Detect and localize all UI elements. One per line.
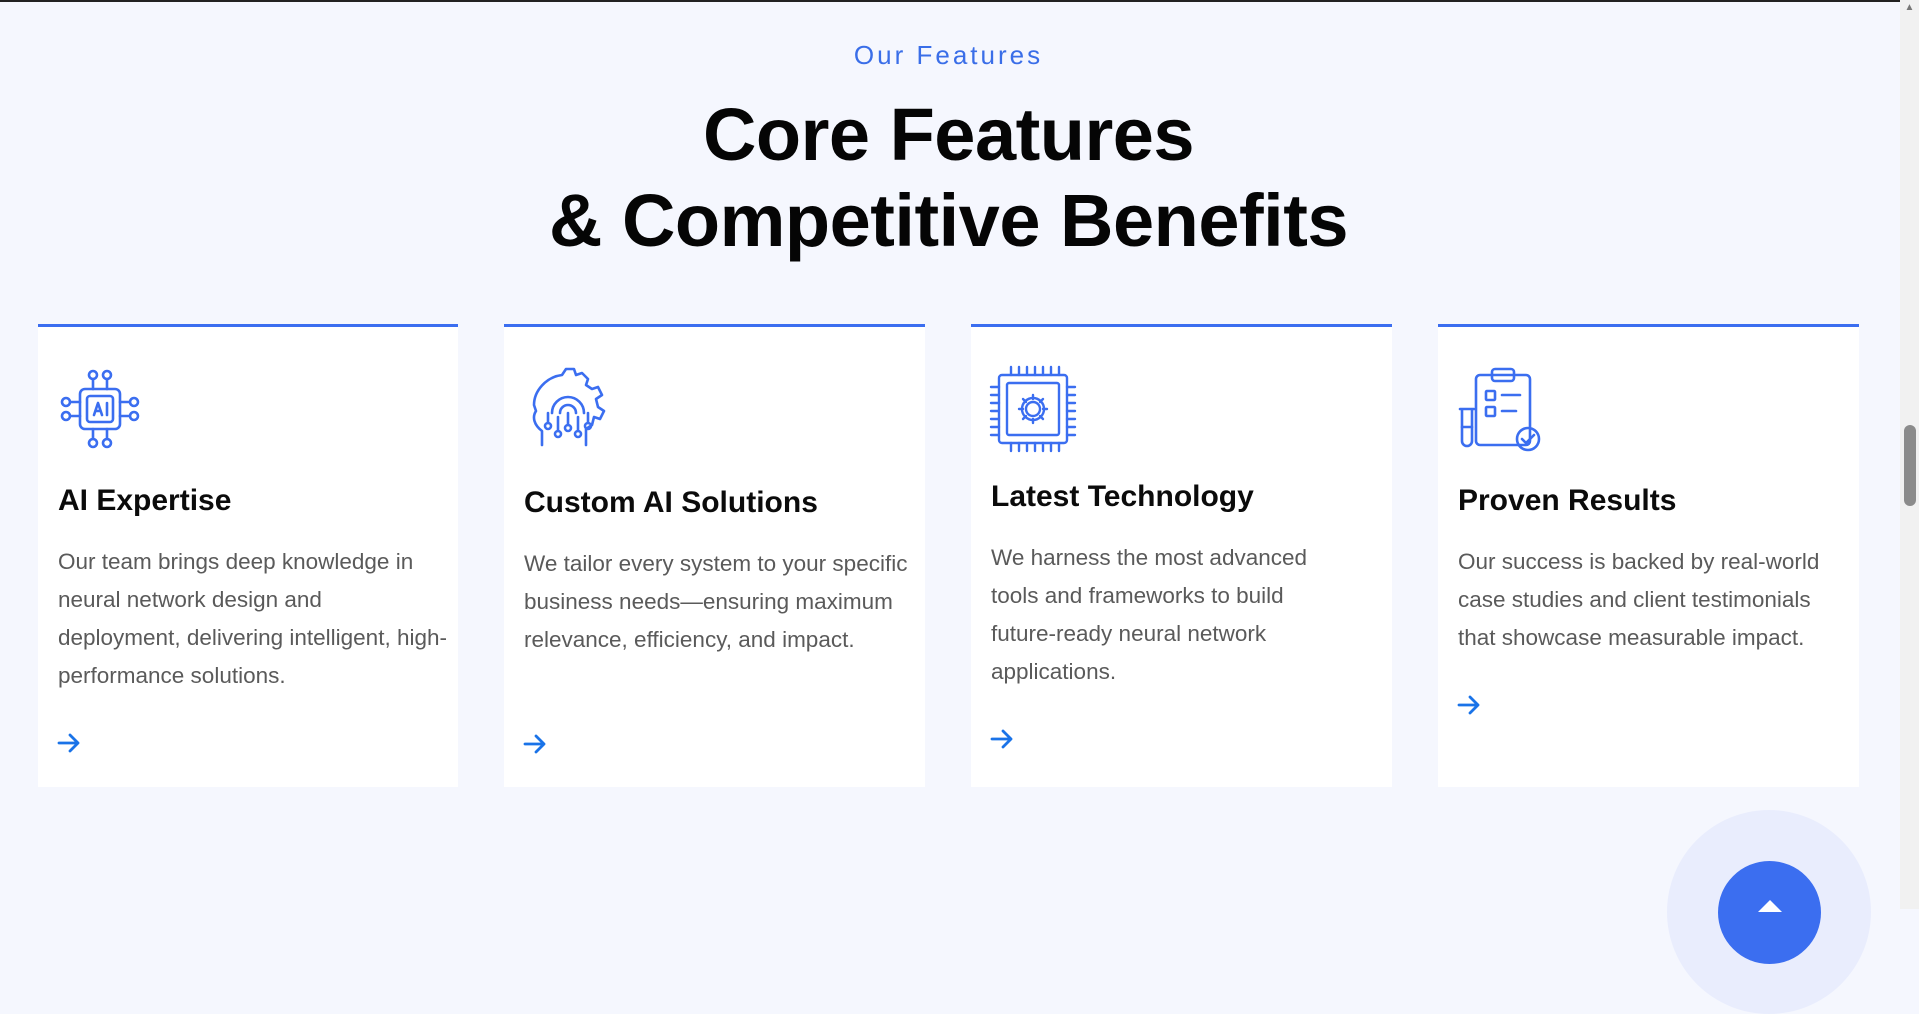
scrollbar[interactable]: ▲ [1900, 0, 1919, 909]
arrow-right-icon[interactable] [987, 724, 1017, 754]
feature-card-description: Our success is backed by real-world case… [1458, 549, 1820, 650]
scroll-up-arrow-icon[interactable]: ▲ [1902, 2, 1917, 14]
arrow-right-icon[interactable] [54, 728, 84, 758]
section-title-line-1: Core Features [702, 93, 1195, 176]
section-eyebrow: Our Features [853, 40, 1044, 70]
section-title-line-2: & Competitive Benefits [548, 179, 1349, 262]
arrow-right-icon[interactable] [1454, 690, 1484, 720]
arrow-right-icon[interactable] [520, 729, 550, 759]
processor-gear-icon [989, 365, 1077, 453]
feature-card-title: Latest Technology [991, 480, 1254, 513]
features-section: Our Features Core Features & Competitive… [0, 0, 1900, 1014]
feature-card-ai-expertise: AI Expertise Our team brings deep knowle… [38, 324, 458, 787]
feature-card-latest-technology: Latest Technology We harness the most ad… [971, 324, 1392, 787]
feature-card-description: Our team brings deep knowledge in neural… [58, 549, 447, 688]
chevron-up-icon [1758, 900, 1782, 912]
feature-card-description: We harness the most advanced tools and f… [991, 545, 1308, 684]
head-circuit-gear-icon [522, 365, 610, 453]
clipboard-checklist-icon [1456, 365, 1544, 453]
feature-card-description: We tailor every system to your specific … [524, 551, 908, 652]
feature-card-title: Custom AI Solutions [524, 486, 818, 519]
section-title: Core Features & Competitive Benefits [0, 92, 1897, 264]
scrollbar-thumb[interactable] [1904, 425, 1916, 506]
feature-card-proven-results: Proven Results Our success is backed by … [1438, 324, 1859, 787]
ai-chip-icon [56, 365, 144, 453]
feature-card-title: AI Expertise [58, 484, 232, 517]
feature-card-title: Proven Results [1458, 484, 1677, 517]
scroll-to-top-button[interactable] [1718, 861, 1821, 964]
feature-card-custom-ai-solutions: Custom AI Solutions We tailor every syst… [504, 324, 925, 787]
